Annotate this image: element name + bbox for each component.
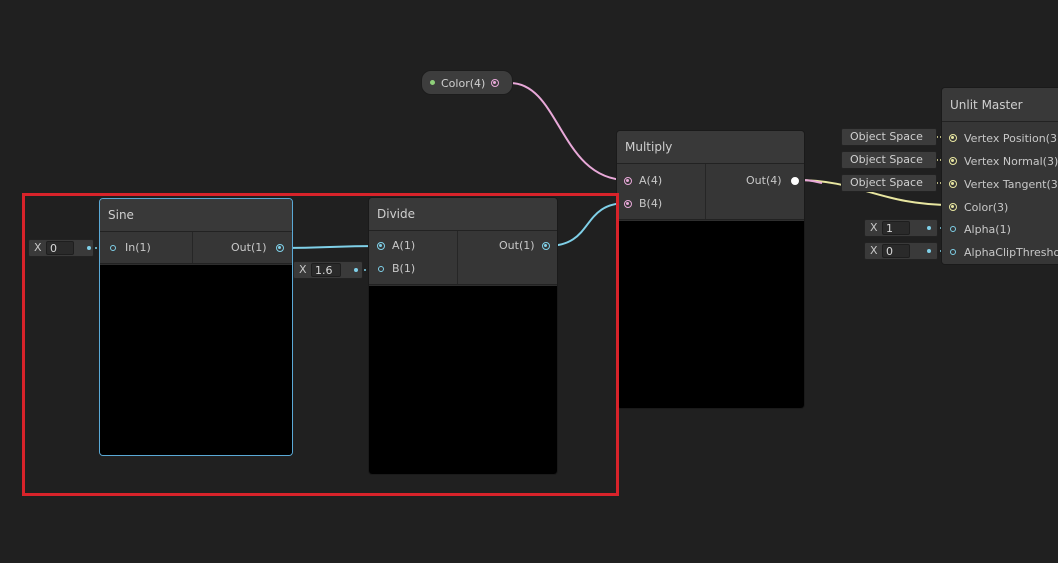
multiply-input-b-label: B(4)	[639, 197, 663, 210]
vertex-position-label: Vertex Position(3)	[964, 132, 1058, 145]
color-label: Color(3)	[964, 201, 1009, 214]
vertex-tangent-space-field[interactable]: Object Space	[841, 174, 937, 192]
multiply-output-label: Out(4)	[746, 174, 782, 187]
multiply-input-b-port[interactable]	[624, 200, 632, 208]
color-property-node[interactable]: Color(4)	[421, 70, 513, 95]
unlit-master-title: Unlit Master	[942, 88, 1058, 122]
vertex-normal-space-value: Object Space	[850, 153, 923, 166]
alpha-port[interactable]	[950, 226, 956, 232]
vertex-normal-label: Vertex Normal(3)	[964, 155, 1058, 168]
multiply-node[interactable]: Multiply A(4) B(4) Out(4)	[616, 130, 805, 409]
unlit-master-node[interactable]: Unlit Master Vertex Position(3) Vertex N…	[941, 87, 1058, 265]
alpha-input-value[interactable]: 1	[882, 221, 910, 235]
selection-rectangle	[22, 193, 619, 496]
alpha-clip-axis-label: X	[870, 244, 878, 257]
vertex-tangent-port[interactable]	[949, 180, 957, 188]
color-port[interactable]	[949, 203, 957, 211]
alpha-axis-label: X	[870, 221, 878, 234]
vertex-position-space-field[interactable]: Object Space	[841, 128, 937, 146]
vertex-normal-space-field[interactable]: Object Space	[841, 151, 937, 169]
multiply-node-title: Multiply	[617, 131, 804, 164]
color-property-output-port[interactable]	[491, 79, 499, 87]
property-indicator-icon	[430, 80, 435, 85]
vertex-tangent-space-value: Object Space	[850, 176, 923, 189]
multiply-node-preview	[617, 221, 804, 408]
alpha-input-field[interactable]: X 1	[864, 219, 938, 237]
alpha-clip-input-value[interactable]: 0	[882, 244, 910, 258]
wire-color-to-multiply-a[interactable]	[509, 82, 628, 181]
shader-graph-canvas[interactable]: Color(4) Sine In(1) Out(1) X 0 Divide A(…	[0, 0, 1058, 563]
vertex-tangent-label: Vertex Tangent(3)	[964, 178, 1058, 191]
vertex-position-port[interactable]	[949, 134, 957, 142]
vertex-position-space-value: Object Space	[850, 130, 923, 143]
vertex-normal-port[interactable]	[949, 157, 957, 165]
alpha-label: Alpha(1)	[964, 223, 1011, 236]
color-property-label: Color(4)	[441, 77, 486, 90]
multiply-input-a-label: A(4)	[639, 174, 663, 187]
multiply-output-port[interactable]	[791, 177, 799, 185]
unlit-master-ports: Vertex Position(3) Vertex Normal(3) Vert…	[942, 122, 1058, 264]
multiply-input-a-port[interactable]	[624, 177, 632, 185]
alpha-clip-port[interactable]	[950, 249, 956, 255]
alpha-clip-input-field[interactable]: X 0	[864, 242, 938, 260]
multiply-node-ports: A(4) B(4) Out(4)	[617, 164, 804, 220]
alpha-clip-label: AlphaClipThreshold(1)	[964, 246, 1058, 259]
